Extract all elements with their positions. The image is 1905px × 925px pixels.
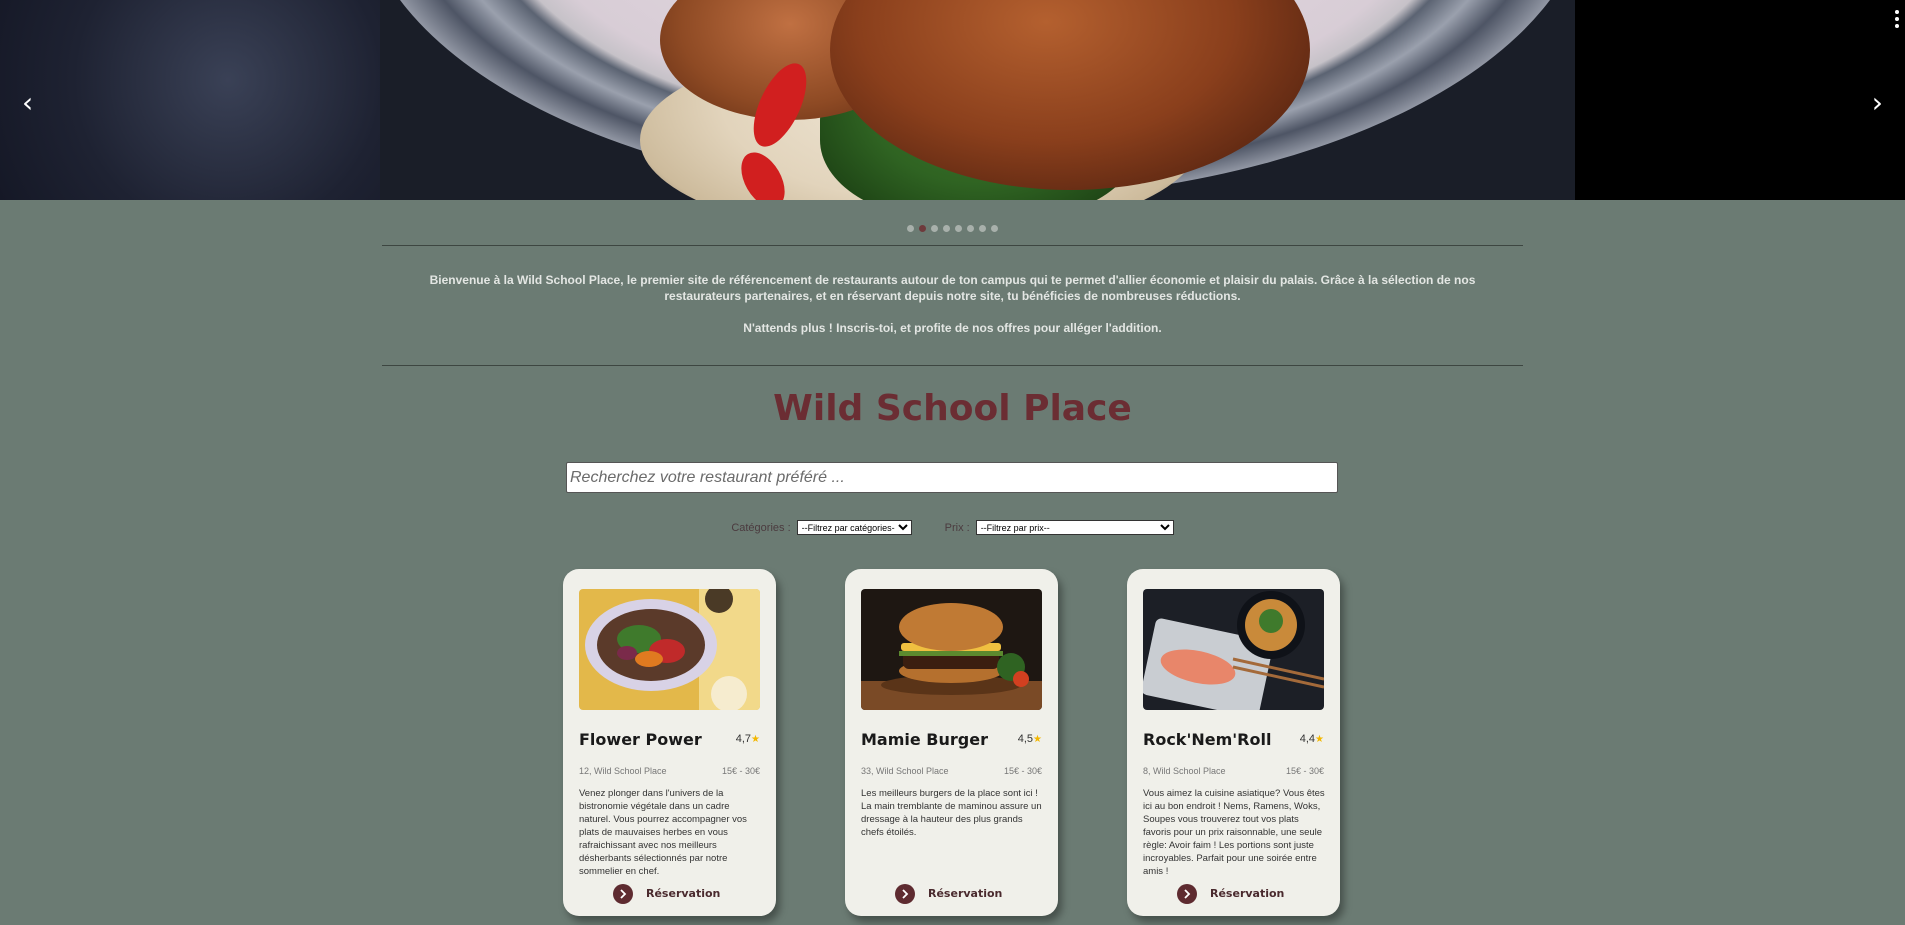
intro-text: Bienvenue à la Wild School Place, le pre… <box>400 272 1505 336</box>
restaurant-rating: 4,7★ <box>736 733 760 745</box>
rating-value: 4,7 <box>735 733 752 745</box>
salad-bowl-image <box>579 589 760 710</box>
divider <box>382 365 1523 366</box>
star-icon: ★ <box>1033 734 1042 745</box>
carousel-indicators <box>0 225 1905 232</box>
chevron-right-icon <box>895 884 915 904</box>
restaurant-price: 15€ - 30€ <box>1003 766 1042 776</box>
star-icon: ★ <box>1315 734 1324 745</box>
carousel-dot[interactable] <box>979 225 986 232</box>
reservation-label: Réservation <box>1210 887 1285 900</box>
restaurant-address: 8, Wild School Place <box>1143 766 1226 776</box>
reservation-label: Réservation <box>646 887 721 900</box>
rating-value: 4,5 <box>1017 733 1034 745</box>
restaurant-price: 15€ - 30€ <box>1285 766 1324 776</box>
carousel-dot[interactable] <box>967 225 974 232</box>
star-icon: ★ <box>751 734 760 745</box>
hero-background-right <box>1575 0 1905 200</box>
restaurant-name: Flower Power <box>579 730 702 749</box>
restaurant-description: Vous aimez la cuisine asiatique? Vous êt… <box>1143 788 1325 877</box>
carousel-dot[interactable] <box>955 225 962 232</box>
price-select[interactable]: --Filtrez par prix-- <box>975 520 1174 535</box>
restaurant-description: Les meilleurs burgers de la place sont i… <box>861 788 1042 838</box>
restaurant-address: 12, Wild School Place <box>579 766 667 776</box>
price-label: Prix : <box>944 521 970 534</box>
restaurant-name: Rock'Nem'Roll <box>1143 730 1272 749</box>
chevron-right-icon <box>613 884 633 904</box>
asian-dish-image <box>1143 589 1324 710</box>
reservation-label: Réservation <box>928 887 1003 900</box>
carousel-dot[interactable] <box>907 225 914 232</box>
site-title: Wild School Place <box>773 388 1132 429</box>
intro-call-to-action: N'attends plus ! Inscris-toi, et profite… <box>743 321 1162 335</box>
search-input[interactable] <box>566 462 1338 493</box>
restaurant-rating: 4,4★ <box>1300 733 1324 745</box>
burger-image <box>861 589 1042 710</box>
restaurant-card: Mamie Burger 4,5★ 33, Wild School Place … <box>845 569 1058 916</box>
restaurant-card: Flower Power 4,7★ 12, Wild School Place … <box>563 569 776 916</box>
carousel-next-arrow[interactable]: › <box>1872 86 1883 119</box>
restaurant-card: Rock'Nem'Roll 4,4★ 8, Wild School Place … <box>1127 569 1340 916</box>
restaurant-description: Venez plonger dans l'univers de la bistr… <box>579 788 747 877</box>
hero-carousel: ‹ › <box>0 0 1905 200</box>
filters-bar: Catégories : --Filtrez par catégories-- … <box>0 520 1905 535</box>
categories-select[interactable]: --Filtrez par catégories-- <box>796 520 912 535</box>
carousel-dot[interactable] <box>943 225 950 232</box>
carousel-dot[interactable] <box>931 225 938 232</box>
chevron-right-icon <box>1177 884 1197 904</box>
hero-background-left <box>0 0 380 200</box>
restaurant-address: 33, Wild School Place <box>861 766 949 776</box>
carousel-dot-active[interactable] <box>919 225 926 232</box>
categories-label: Catégories : <box>731 521 791 534</box>
restaurant-price: 15€ - 30€ <box>721 766 760 776</box>
more-options-icon[interactable] <box>1895 10 1899 31</box>
carousel-prev-arrow[interactable]: ‹ <box>22 86 33 119</box>
divider <box>382 245 1523 246</box>
rating-value: 4,4 <box>1299 733 1316 745</box>
carousel-dot[interactable] <box>991 225 998 232</box>
restaurant-rating: 4,5★ <box>1018 733 1042 745</box>
intro-paragraph: Bienvenue à la Wild School Place, le pre… <box>429 273 1476 303</box>
restaurant-name: Mamie Burger <box>861 730 988 749</box>
